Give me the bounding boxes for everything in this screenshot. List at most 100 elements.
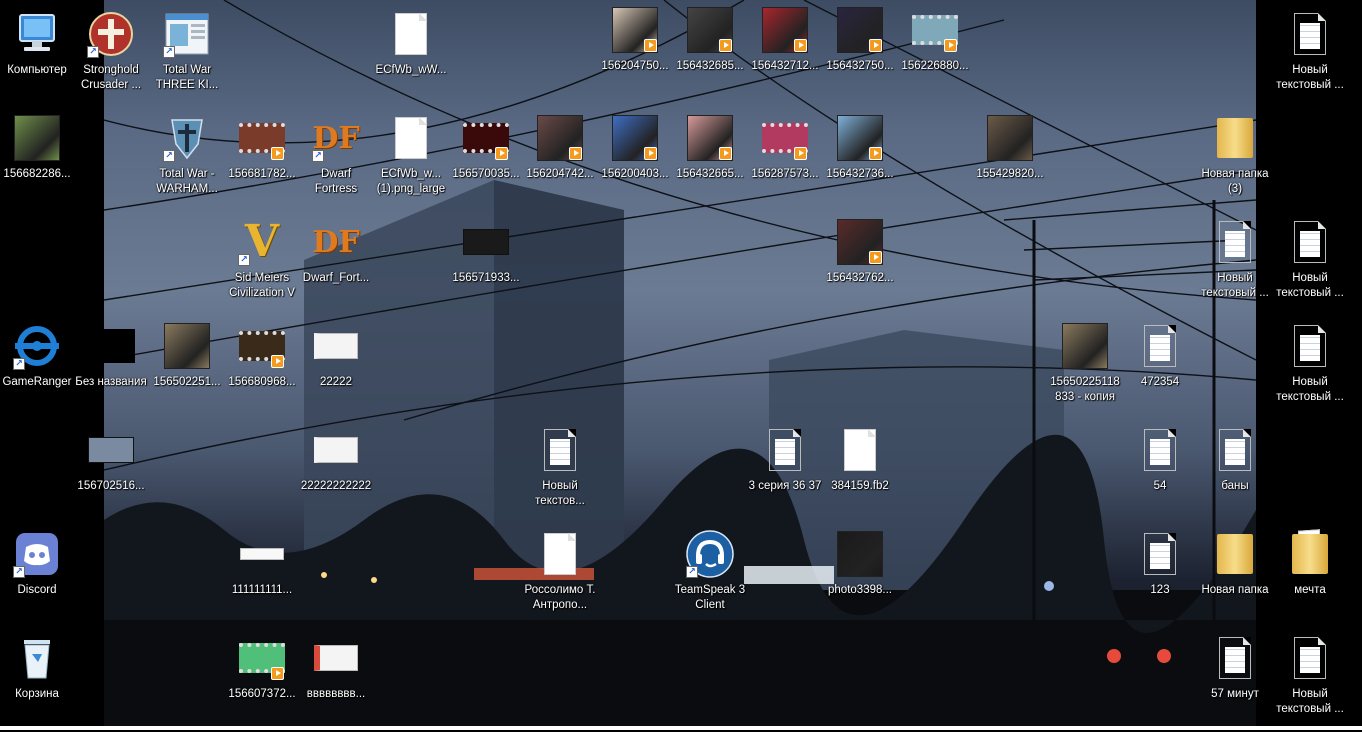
desktop-icon[interactable]: 156502251... [150,320,224,420]
desktop-icon[interactable]: 156204742... [523,112,597,212]
desktop-icon[interactable]: ↗ GameRanger [0,320,74,420]
image-thumbnail-icon [87,322,135,370]
desktop-icon[interactable]: Новый текстовый ... [1273,632,1347,732]
desktop-icon[interactable]: 3 серия 36 37 [748,424,822,524]
desktop-icon[interactable]: Новый текстовый ... [1273,8,1347,108]
desktop-icon[interactable]: 156680968... [225,320,299,420]
shortcut-arrow-icon: ↗ [238,254,250,266]
desktop-icon-label: 156200403... [601,168,669,180]
folder-icon [1211,530,1259,578]
image-thumbnail-icon [986,114,1034,162]
desktop-icon-label: 156432685... [676,60,744,72]
desktop-icon[interactable]: ↗ TeamSpeak 3 Client [673,528,747,628]
desktop-icon[interactable]: 57 минут [1198,632,1272,732]
play-badge-icon [794,39,807,52]
video-thumbnail-icon [462,218,510,266]
play-badge-icon [869,147,882,160]
dwarf-fortress-icon: DF ↗ [312,120,360,162]
desktop-icon[interactable]: 155429820... [973,112,1047,212]
desktop-icon[interactable]: Компьютер [0,8,74,108]
desktop-icon[interactable]: Новая папка (3) [1198,112,1272,212]
desktop-icon-label: Новая папка (3) [1201,168,1269,195]
play-badge-icon [271,667,284,680]
desktop-icon[interactable]: ↗ Discord [0,528,74,628]
desktop-icon[interactable]: 156571933... [449,216,523,316]
desktop-icon-label: 156682286... [3,168,71,180]
desktop-icon[interactable]: Корзина [0,632,74,732]
desktop-icon[interactable]: 15650225118 833 - копия [1048,320,1122,420]
video-thumbnail-icon [686,114,734,162]
desktop-icon[interactable]: ↗ Stronghold Crusader ... [74,8,148,108]
image-thumbnail-icon [238,530,286,578]
desktop-icon[interactable]: Без названия [74,320,148,420]
desktop-icon[interactable]: 123 [1123,528,1197,628]
desktop-icon-label: Без названия [75,376,147,388]
desktop-icon[interactable]: 156607372... [225,632,299,732]
desktop-icon[interactable]: 156432685... [673,4,747,104]
civilization-icon: V ↗ [238,218,286,266]
desktop-icon-label: 15650225118 833 - копия [1050,376,1120,403]
desktop-icon[interactable]: 156681782... [225,112,299,212]
desktop-icon[interactable]: 156226880... [898,4,972,104]
desktop-icon[interactable]: Новая папка [1198,528,1272,628]
desktop-icon[interactable]: 156432750... [823,4,897,104]
desktop-icon[interactable]: 384159.fb2 [823,424,897,524]
desktop-icon[interactable]: баны [1198,424,1272,524]
desktop-icon-label: Dwarf_Fort... [302,272,370,284]
play-badge-icon [869,251,882,264]
teamspeak-icon: ↗ [686,530,734,578]
desktop-icon-label: Total War THREE KI... [155,64,219,91]
desktop-icon[interactable]: 22222 [299,320,373,420]
desktop-icon[interactable]: 54 [1123,424,1197,524]
desktop-icon-label: 156702516... [77,480,145,492]
taskbar-edge [0,726,1362,730]
blank-file-icon [387,114,435,162]
desktop-icon[interactable]: 156682286... [0,112,74,212]
text-document-icon [1211,634,1259,682]
shortcut-arrow-icon: ↗ [686,566,698,578]
desktop-icon[interactable]: 156204750... [598,4,672,104]
desktop-icon[interactable]: 111111111... [225,528,299,628]
image-thumbnail-icon [87,426,135,474]
desktop-icon[interactable]: мечта [1273,528,1347,628]
desktop-icon[interactable]: 156287573... [748,112,822,212]
gameranger-icon: ↗ [13,322,61,370]
desktop-icon[interactable]: вввввввв... [299,632,373,732]
desktop-icon[interactable]: Новый текстов... [523,424,597,524]
desktop-icon[interactable]: photo3398... [823,528,897,628]
desktop-icon-label: Новый текстовый ... [1276,688,1344,715]
warhammer-icon: ↗ [163,114,211,162]
desktop-icon-label: Новая папка [1201,584,1269,596]
desktop-icon-label: вввввввв... [306,688,366,700]
desktop-icon[interactable]: 156432762... [823,216,897,316]
play-badge-icon [271,147,284,160]
desktop-icon[interactable]: 156200403... [598,112,672,212]
desktop-icon[interactable]: Россолимо Т. Антропо... [523,528,597,628]
image-thumbnail-icon [1061,322,1109,370]
image-thumbnail-icon [312,426,360,474]
desktop-icon[interactable]: DF ↗ Dwarf Fortress [299,112,373,212]
desktop-icon[interactable]: 156432712... [748,4,822,104]
play-badge-icon [644,39,657,52]
desktop-icon[interactable]: 22222222222 [299,424,373,524]
play-badge-icon [719,147,732,160]
text-document-icon [1136,530,1184,578]
video-thumbnail-icon [761,114,809,162]
desktop-icon[interactable]: ECfWb_wW... [374,8,448,108]
video-thumbnail-icon [611,114,659,162]
desktop-icon[interactable]: 156432736... [823,112,897,212]
desktop-icon[interactable]: ↗ Total War THREE KI... [150,8,224,108]
desktop-icon[interactable]: Новый текстовый ... [1273,320,1347,420]
desktop-icon-label: 57 минут [1211,688,1259,700]
desktop-icon[interactable]: V ↗ Sid Meiers Civilization V [225,216,299,316]
desktop-icon[interactable]: 156702516... [74,424,148,524]
desktop-icon[interactable]: Новый текстовый ... [1273,216,1347,316]
desktop-icon[interactable]: 156570035... [449,112,523,212]
desktop-icon[interactable]: ↗ Total War - WARHAM... [150,112,224,212]
desktop-icon[interactable]: Новый текстовый ... [1198,216,1272,316]
desktop-icon-label: 156571933... [452,272,520,284]
desktop-icon[interactable]: 156432665... [673,112,747,212]
desktop-icon[interactable]: 472354 [1123,320,1197,420]
desktop-icon[interactable]: ECfWb_w... (1).png_large [374,112,448,212]
desktop-icon[interactable]: DF Dwarf_Fort... [299,216,373,316]
